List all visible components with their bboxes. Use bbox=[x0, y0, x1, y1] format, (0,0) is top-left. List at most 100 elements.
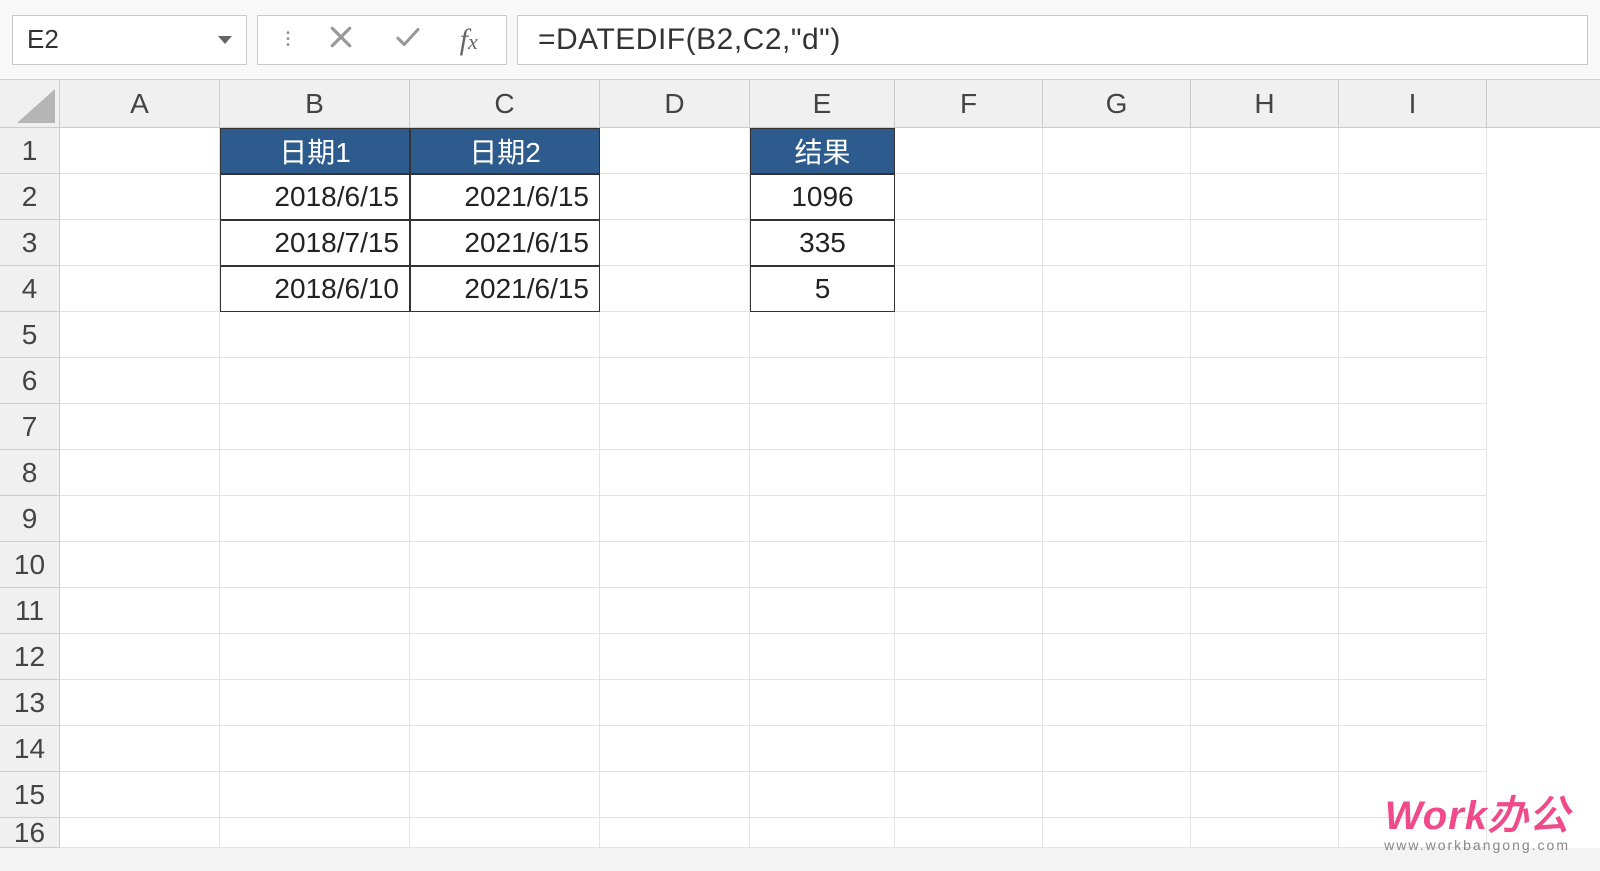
cell-D11[interactable] bbox=[600, 588, 750, 634]
cell-F1[interactable] bbox=[895, 128, 1043, 174]
cell-H5[interactable] bbox=[1191, 312, 1339, 358]
row-header-7[interactable]: 7 bbox=[0, 404, 60, 450]
cell-C16[interactable] bbox=[410, 818, 600, 848]
cell-B9[interactable] bbox=[220, 496, 410, 542]
cell-H8[interactable] bbox=[1191, 450, 1339, 496]
cell-H16[interactable] bbox=[1191, 818, 1339, 848]
cell-B13[interactable] bbox=[220, 680, 410, 726]
cell-F14[interactable] bbox=[895, 726, 1043, 772]
cell-D1[interactable] bbox=[600, 128, 750, 174]
cell-A3[interactable] bbox=[60, 220, 220, 266]
row-header-11[interactable]: 11 bbox=[0, 588, 60, 634]
cell-G13[interactable] bbox=[1043, 680, 1191, 726]
col-header-C[interactable]: C bbox=[410, 80, 600, 127]
cell-H14[interactable] bbox=[1191, 726, 1339, 772]
cell-G12[interactable] bbox=[1043, 634, 1191, 680]
cell-F10[interactable] bbox=[895, 542, 1043, 588]
cell-G4[interactable] bbox=[1043, 266, 1191, 312]
cell-C11[interactable] bbox=[410, 588, 600, 634]
cell-F15[interactable] bbox=[895, 772, 1043, 818]
cell-F8[interactable] bbox=[895, 450, 1043, 496]
cell-C6[interactable] bbox=[410, 358, 600, 404]
col-header-I[interactable]: I bbox=[1339, 80, 1487, 127]
cell-C13[interactable] bbox=[410, 680, 600, 726]
dropdown-icon[interactable] bbox=[218, 36, 232, 44]
cell-E8[interactable] bbox=[750, 450, 895, 496]
cell-A8[interactable] bbox=[60, 450, 220, 496]
cell-C15[interactable] bbox=[410, 772, 600, 818]
cell-H10[interactable] bbox=[1191, 542, 1339, 588]
col-header-A[interactable]: A bbox=[60, 80, 220, 127]
cell-B6[interactable] bbox=[220, 358, 410, 404]
cell-E1[interactable]: 结果 bbox=[750, 128, 895, 174]
cell-G2[interactable] bbox=[1043, 174, 1191, 220]
cell-A10[interactable] bbox=[60, 542, 220, 588]
cell-A15[interactable] bbox=[60, 772, 220, 818]
cell-D7[interactable] bbox=[600, 404, 750, 450]
cell-I15[interactable] bbox=[1339, 772, 1487, 818]
cell-E12[interactable] bbox=[750, 634, 895, 680]
col-header-E[interactable]: E bbox=[750, 80, 895, 127]
cell-H15[interactable] bbox=[1191, 772, 1339, 818]
row-header-3[interactable]: 3 bbox=[0, 220, 60, 266]
cell-E16[interactable] bbox=[750, 818, 895, 848]
cell-A6[interactable] bbox=[60, 358, 220, 404]
cell-I5[interactable] bbox=[1339, 312, 1487, 358]
cell-D16[interactable] bbox=[600, 818, 750, 848]
cell-D2[interactable] bbox=[600, 174, 750, 220]
cell-G1[interactable] bbox=[1043, 128, 1191, 174]
cell-B12[interactable] bbox=[220, 634, 410, 680]
cell-G9[interactable] bbox=[1043, 496, 1191, 542]
cell-I7[interactable] bbox=[1339, 404, 1487, 450]
row-header-1[interactable]: 1 bbox=[0, 128, 60, 174]
cell-C12[interactable] bbox=[410, 634, 600, 680]
cell-E2[interactable]: 1096 bbox=[750, 174, 895, 220]
cell-H6[interactable] bbox=[1191, 358, 1339, 404]
cell-A7[interactable] bbox=[60, 404, 220, 450]
cell-H11[interactable] bbox=[1191, 588, 1339, 634]
cell-B8[interactable] bbox=[220, 450, 410, 496]
cell-E11[interactable] bbox=[750, 588, 895, 634]
enter-icon[interactable] bbox=[393, 22, 423, 57]
cell-C10[interactable] bbox=[410, 542, 600, 588]
row-header-14[interactable]: 14 bbox=[0, 726, 60, 772]
cell-D15[interactable] bbox=[600, 772, 750, 818]
cell-H2[interactable] bbox=[1191, 174, 1339, 220]
cell-G10[interactable] bbox=[1043, 542, 1191, 588]
cell-A13[interactable] bbox=[60, 680, 220, 726]
formula-input[interactable]: =DATEDIF(B2,C2,"d") bbox=[517, 15, 1588, 65]
cell-I9[interactable] bbox=[1339, 496, 1487, 542]
cell-F7[interactable] bbox=[895, 404, 1043, 450]
cell-E13[interactable] bbox=[750, 680, 895, 726]
cell-A2[interactable] bbox=[60, 174, 220, 220]
cell-C9[interactable] bbox=[410, 496, 600, 542]
cell-C8[interactable] bbox=[410, 450, 600, 496]
cell-F3[interactable] bbox=[895, 220, 1043, 266]
col-header-B[interactable]: B bbox=[220, 80, 410, 127]
cell-I4[interactable] bbox=[1339, 266, 1487, 312]
cell-E4[interactable]: 5 bbox=[750, 266, 895, 312]
cell-B10[interactable] bbox=[220, 542, 410, 588]
cell-F16[interactable] bbox=[895, 818, 1043, 848]
cell-G5[interactable] bbox=[1043, 312, 1191, 358]
cell-B3[interactable]: 2018/7/15 bbox=[220, 220, 410, 266]
cell-D12[interactable] bbox=[600, 634, 750, 680]
cell-F6[interactable] bbox=[895, 358, 1043, 404]
cell-E10[interactable] bbox=[750, 542, 895, 588]
cell-I11[interactable] bbox=[1339, 588, 1487, 634]
cell-B4[interactable]: 2018/6/10 bbox=[220, 266, 410, 312]
cell-G11[interactable] bbox=[1043, 588, 1191, 634]
cancel-icon[interactable] bbox=[326, 22, 356, 57]
cell-I2[interactable] bbox=[1339, 174, 1487, 220]
cell-D9[interactable] bbox=[600, 496, 750, 542]
row-header-9[interactable]: 9 bbox=[0, 496, 60, 542]
cell-A4[interactable] bbox=[60, 266, 220, 312]
cell-D6[interactable] bbox=[600, 358, 750, 404]
name-box[interactable]: E2 bbox=[12, 15, 247, 65]
row-header-10[interactable]: 10 bbox=[0, 542, 60, 588]
cell-I12[interactable] bbox=[1339, 634, 1487, 680]
cell-G3[interactable] bbox=[1043, 220, 1191, 266]
cell-F13[interactable] bbox=[895, 680, 1043, 726]
cell-A11[interactable] bbox=[60, 588, 220, 634]
cell-A12[interactable] bbox=[60, 634, 220, 680]
